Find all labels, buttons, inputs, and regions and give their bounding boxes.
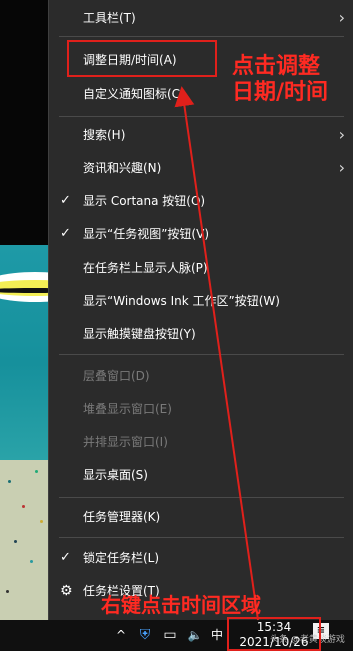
annotation-note-adjust-date-time: 点击调整 日期/时间 [232,53,328,105]
annotation-note-line: 点击调整 [232,53,321,79]
annotation-note-right-click-clock: 右键点击时间区域 [101,593,261,617]
annotation-note-line: 日期/时间 [232,79,329,105]
